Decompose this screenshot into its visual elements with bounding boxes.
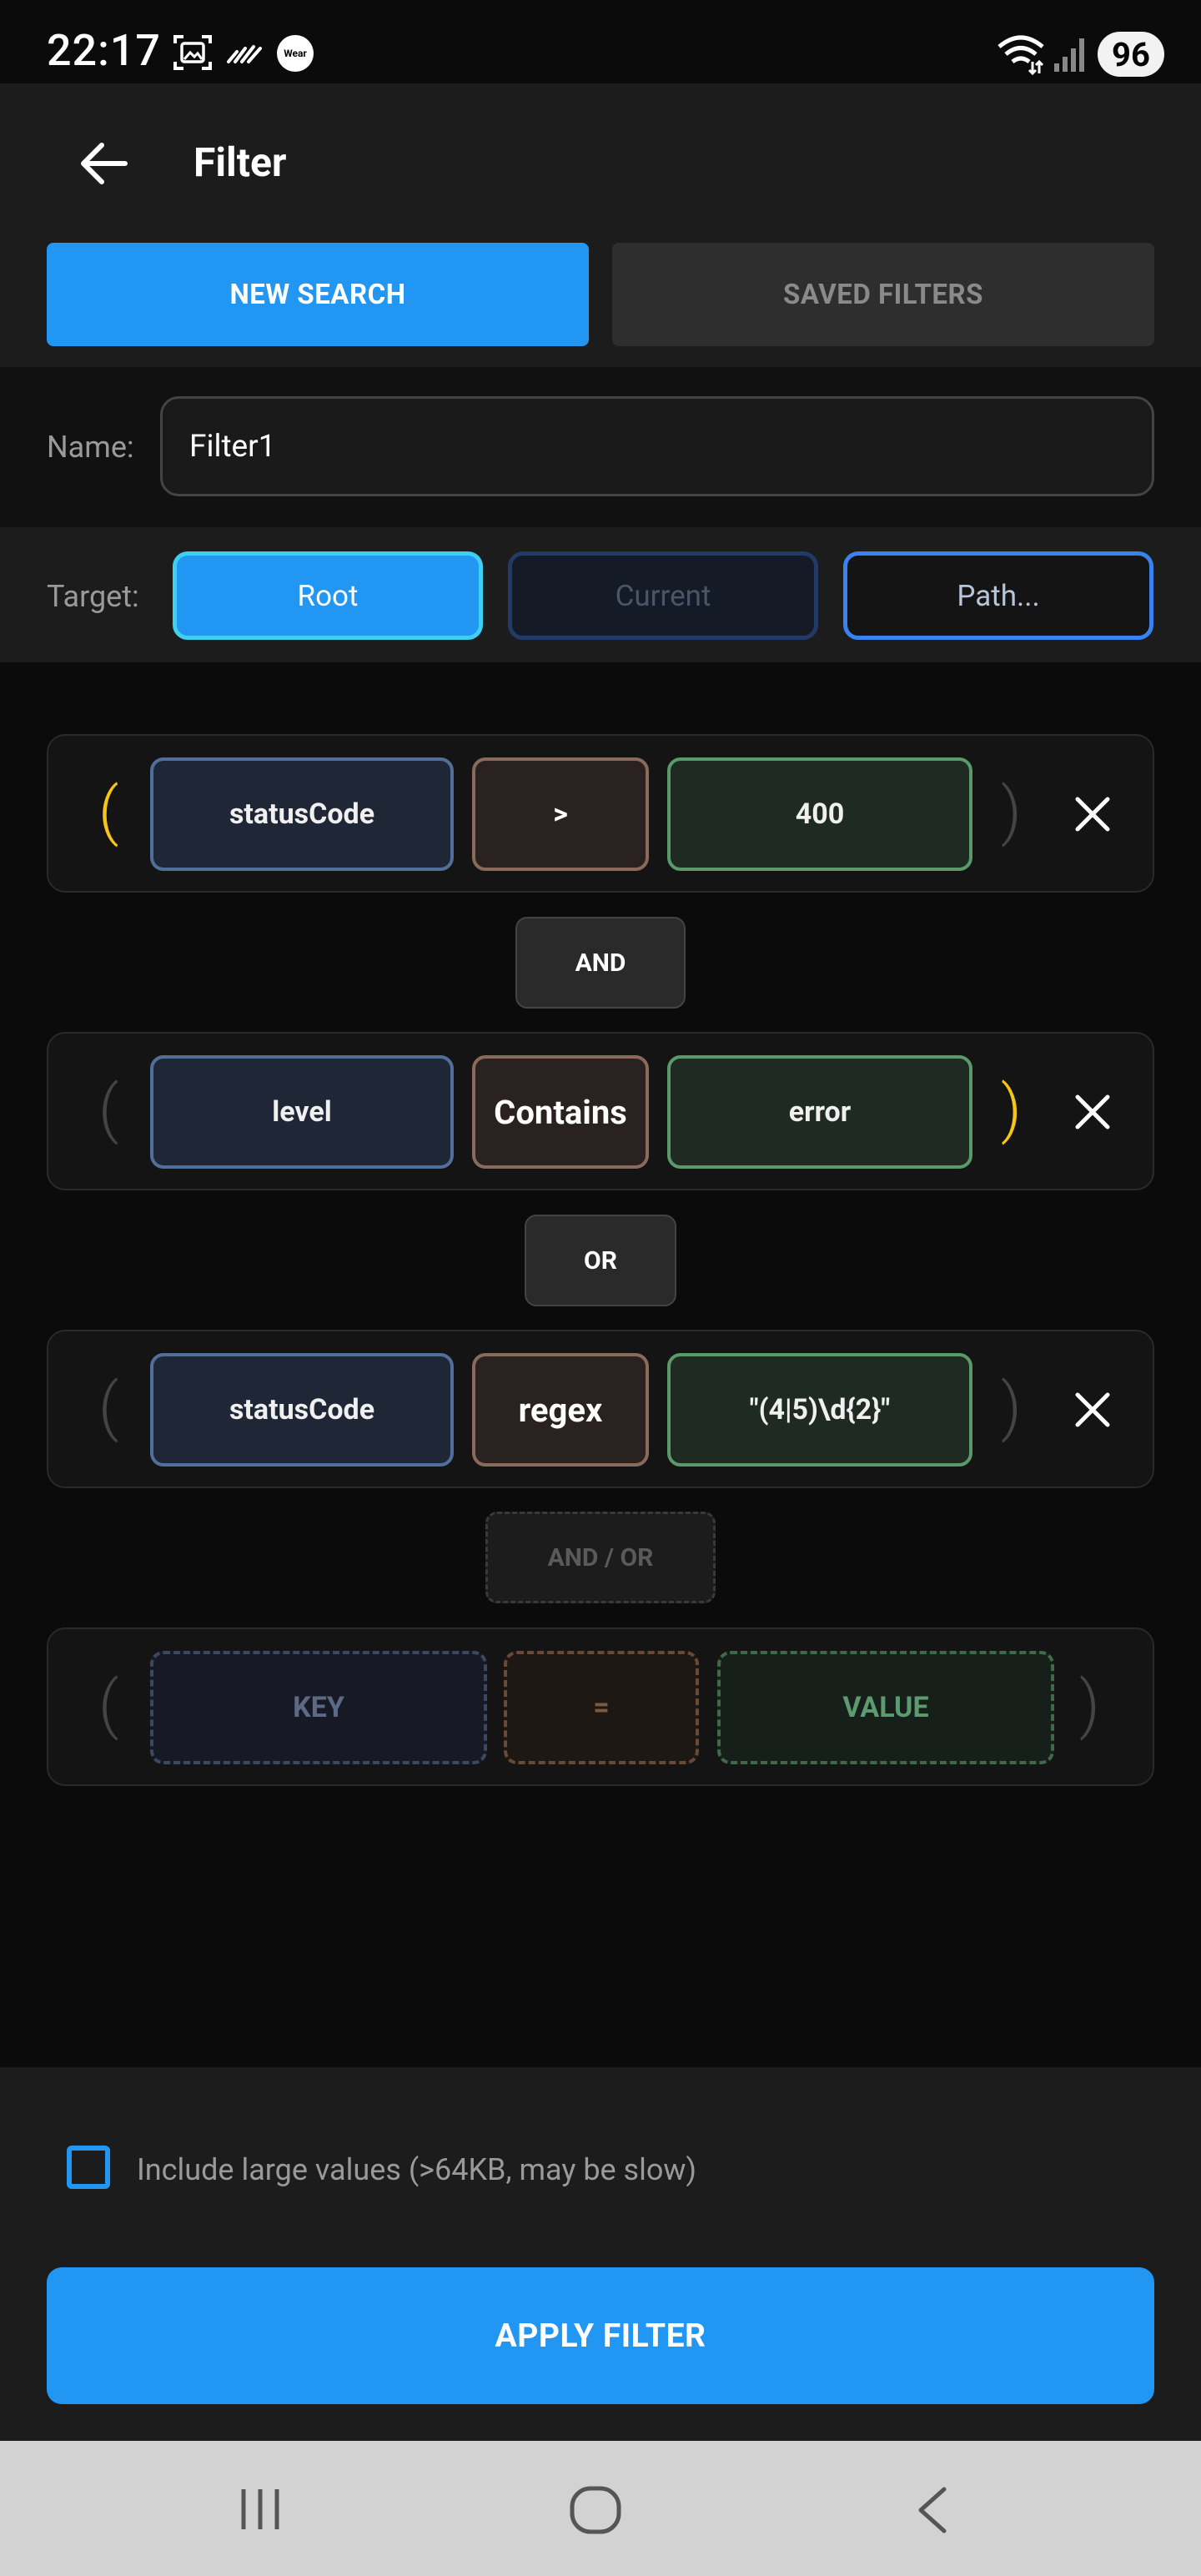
page-title: Filter xyxy=(193,138,287,186)
home-icon[interactable] xyxy=(569,2486,622,2534)
tab-saved-filters[interactable]: SAVED FILTERS xyxy=(612,243,1154,346)
condition-operator[interactable]: > xyxy=(472,757,649,871)
signal-dash-icon xyxy=(227,45,262,63)
wifi-icon xyxy=(997,35,1044,75)
open-paren-placeholder: ( xyxy=(98,1667,119,1742)
back-nav-icon[interactable] xyxy=(912,2486,952,2534)
close-paren-toggle[interactable]: ) xyxy=(1001,1077,1022,1140)
connector-placeholder[interactable]: AND / OR xyxy=(485,1512,716,1603)
target-label: Target: xyxy=(47,579,139,614)
close-paren-toggle[interactable]: ) xyxy=(1001,1375,1022,1438)
condition-operator[interactable]: regex xyxy=(472,1353,649,1467)
target-root-button[interactable]: Root xyxy=(173,551,483,640)
condition-placeholder-row: ( KEY = VALUE ) xyxy=(47,1628,1154,1786)
connector-or-button[interactable]: OR xyxy=(525,1215,676,1306)
condition-row: ( statusCode > 400 ) xyxy=(47,734,1154,893)
open-paren-toggle[interactable]: ( xyxy=(98,1375,118,1438)
close-paren-placeholder: ) xyxy=(1079,1667,1100,1742)
key-placeholder[interactable]: KEY xyxy=(150,1651,487,1764)
battery-indicator: 96 xyxy=(1098,32,1164,77)
condition-key[interactable]: statusCode xyxy=(150,1353,454,1467)
target-path-button[interactable]: Path... xyxy=(843,551,1153,640)
close-paren-toggle[interactable]: ) xyxy=(1001,779,1022,843)
condition-operator[interactable]: Contains xyxy=(472,1055,649,1169)
open-paren-toggle[interactable]: ( xyxy=(98,1077,118,1140)
recent-apps-icon[interactable] xyxy=(237,2486,284,2533)
condition-value[interactable]: 400 xyxy=(667,757,972,871)
open-paren-toggle[interactable]: ( xyxy=(98,779,118,843)
value-placeholder[interactable]: VALUE xyxy=(717,1651,1054,1764)
condition-key[interactable]: statusCode xyxy=(150,757,454,871)
target-current-button[interactable]: Current xyxy=(508,551,818,640)
system-nav-bar xyxy=(0,2441,1201,2576)
status-bar: 22:17 Wear 96 xyxy=(0,0,1201,83)
arrow-left-icon[interactable] xyxy=(77,138,130,189)
condition-key[interactable]: level xyxy=(150,1055,454,1169)
wear-icon: Wear xyxy=(277,35,314,72)
condition-value[interactable]: error xyxy=(667,1055,972,1169)
include-large-checkbox[interactable] xyxy=(67,2146,110,2189)
condition-row: ( level Contains error ) xyxy=(47,1032,1154,1190)
close-icon[interactable] xyxy=(1074,1391,1111,1428)
condition-row: ( statusCode regex "(4|5)\d{2}" ) xyxy=(47,1330,1154,1488)
close-icon[interactable] xyxy=(1074,796,1111,833)
status-time: 22:17 xyxy=(47,25,161,76)
cell-signal-icon xyxy=(1054,38,1084,72)
tab-new-search[interactable]: NEW SEARCH xyxy=(47,243,589,346)
name-input[interactable]: Filter1 xyxy=(160,396,1154,496)
include-large-label: Include large values (>64KB, may be slow… xyxy=(137,2152,697,2187)
close-icon[interactable] xyxy=(1074,1094,1111,1130)
name-label: Name: xyxy=(47,430,134,465)
gallery-icon xyxy=(173,35,212,70)
condition-value[interactable]: "(4|5)\d{2}" xyxy=(667,1353,972,1467)
operator-placeholder[interactable]: = xyxy=(504,1651,699,1764)
apply-filter-button[interactable]: APPLY FILTER xyxy=(47,2267,1154,2404)
connector-and-button[interactable]: AND xyxy=(515,917,686,1009)
